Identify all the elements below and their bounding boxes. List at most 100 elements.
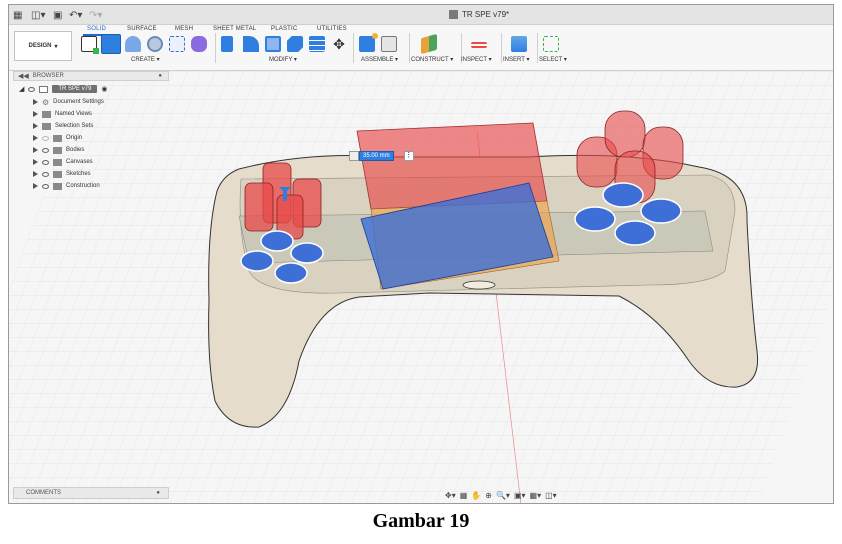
form-icon[interactable] [191, 36, 207, 52]
expand-icon[interactable]: ◢ [19, 85, 24, 93]
look-at-icon[interactable]: ▦ [460, 491, 468, 500]
radio-icon[interactable]: ◉ [101, 85, 107, 93]
collapse-icon[interactable]: ◀◀ [18, 72, 29, 80]
tree-item-label: Origin [66, 135, 83, 141]
tree-item-label: Canvases [66, 159, 93, 165]
shell-icon[interactable] [265, 36, 281, 52]
divider [537, 33, 538, 63]
create-group-label[interactable]: CREATE ▾ [131, 56, 160, 63]
folder-icon [42, 110, 51, 118]
visibility-off-icon[interactable] [42, 135, 49, 141]
tree-item-construction[interactable]: Construction [33, 180, 100, 192]
orbit-icon[interactable]: ✥▾ [445, 491, 456, 500]
comments-title: COMMENTS [26, 490, 61, 496]
press-pull-icon[interactable] [221, 36, 233, 52]
gear-icon: ⚙ [42, 97, 50, 107]
workspace-switcher[interactable]: DESIGN ▾ [14, 31, 72, 61]
dimension-menu-icon[interactable]: ⋮ [403, 151, 414, 161]
visibility-icon[interactable] [42, 171, 49, 177]
folder-icon [42, 122, 51, 130]
dimension-input[interactable]: 35.00 mm ⋮ [349, 151, 414, 161]
tree-item-canvases[interactable]: Canvases [33, 156, 93, 168]
insert-group-label[interactable]: INSERT ▾ [503, 56, 529, 63]
tree-item-label: Document Settings [53, 99, 104, 105]
measure-icon[interactable] [471, 42, 487, 48]
tab-surface[interactable]: SURFACE [127, 26, 157, 32]
folder-icon [53, 158, 62, 166]
inspect-group-label[interactable]: INSPECT ▾ [461, 56, 492, 63]
redo-icon[interactable]: ↷▾ [89, 8, 102, 22]
comments-panel[interactable]: COMMENTS ● [13, 487, 169, 499]
divider [353, 33, 354, 63]
select-box-icon[interactable] [543, 36, 559, 52]
dimension-value[interactable]: 35.00 mm [359, 151, 394, 161]
joint-icon[interactable] [381, 36, 397, 52]
offset-plane-icon[interactable] [421, 33, 437, 55]
select-group-label[interactable]: SELECT ▾ [539, 56, 567, 63]
divider [501, 33, 502, 63]
tree-item-label: Bodies [66, 147, 85, 153]
figure-caption: Gambar 19 [372, 510, 470, 532]
revolve-icon[interactable] [125, 36, 141, 52]
navigation-bar: ✥▾ ▦ ✋ ⊕ 🔍▾ ▣▾ ▦▾ ◫▾ [445, 489, 557, 501]
insert-image-icon[interactable] [511, 36, 527, 52]
dimension-grip-icon[interactable] [349, 151, 359, 161]
visibility-icon[interactable] [42, 183, 49, 189]
browser-root-label: TR SPE v79 [52, 85, 98, 93]
browser-root-row[interactable]: ◢ TR SPE v79 ◉ [19, 83, 108, 95]
folder-icon [53, 146, 62, 154]
assemble-group-label[interactable]: ASSEMBLE ▾ [361, 56, 398, 63]
tab-mesh[interactable]: MESH [175, 26, 193, 32]
document-icon [449, 10, 458, 19]
divider [215, 33, 216, 63]
tab-utilities[interactable]: UTILITIES [317, 26, 347, 32]
fillet-icon[interactable] [243, 36, 259, 52]
zoom-icon[interactable]: ⊕ [485, 491, 492, 500]
app-grid-icon[interactable]: ▦ [13, 8, 22, 22]
grid-settings-icon[interactable]: ▦▾ [530, 491, 542, 500]
document-icon [39, 85, 49, 93]
tree-item-document-settings[interactable]: ⚙ Document Settings [33, 96, 104, 108]
tree-item-selection-sets[interactable]: Selection Sets [33, 120, 93, 132]
move-icon[interactable]: ✥ [331, 36, 347, 52]
hole-icon[interactable] [147, 36, 163, 52]
extrude-icon[interactable] [101, 34, 121, 54]
manipulator-handle[interactable] [283, 191, 287, 201]
file-menu-icon[interactable]: ◫▾ [31, 8, 45, 22]
folder-icon [53, 134, 62, 142]
tab-plastic[interactable]: PLASTIC [271, 26, 297, 32]
browser-header[interactable]: ◀◀ BROWSER ● [13, 71, 169, 81]
comments-add-icon[interactable]: ● [156, 490, 160, 496]
tree-item-label: Selection Sets [55, 123, 94, 129]
modify-group-label[interactable]: MODIFY ▾ [269, 56, 297, 63]
title-bar: ▦ ◫▾ ▣ ↶▾ ↷▾ TR SPE v79* [9, 5, 833, 25]
tab-sheet-metal[interactable]: SHEET METAL [213, 26, 256, 32]
viewports-icon[interactable]: ◫▾ [545, 491, 557, 500]
split-body-icon[interactable] [309, 36, 325, 52]
visibility-icon[interactable] [42, 147, 49, 153]
new-component-icon[interactable] [359, 33, 378, 52]
tree-item-named-views[interactable]: Named Views [33, 108, 92, 120]
chevron-down-icon: ▾ [54, 43, 58, 50]
ribbon: SOLID SURFACE MESH SHEET METAL PLASTIC U… [9, 25, 833, 71]
save-icon[interactable]: ▣ [53, 8, 62, 22]
pan-icon[interactable]: ✋ [471, 491, 481, 500]
usb-port [462, 280, 496, 290]
create-sketch-icon[interactable] [81, 36, 99, 54]
tree-item-sketches[interactable]: Sketches [33, 168, 91, 180]
folder-icon [53, 170, 62, 178]
browser-pin-icon[interactable]: ● [158, 73, 162, 79]
fit-icon[interactable]: 🔍▾ [496, 491, 510, 500]
display-settings-icon[interactable]: ▣▾ [514, 491, 526, 500]
visibility-icon[interactable] [28, 86, 36, 92]
folder-icon [53, 182, 62, 190]
tab-solid[interactable]: SOLID [87, 26, 106, 32]
undo-icon[interactable]: ↶▾ [69, 8, 82, 22]
pattern-icon[interactable] [169, 36, 185, 52]
combine-icon[interactable] [287, 36, 303, 52]
tree-item-origin[interactable]: Origin [33, 132, 82, 144]
construct-group-label[interactable]: CONSTRUCT ▾ [411, 56, 453, 63]
tree-item-bodies[interactable]: Bodies [33, 144, 84, 156]
app-window: ▦ ◫▾ ▣ ↶▾ ↷▾ TR SPE v79* SOLID SURFACE M… [8, 4, 834, 504]
visibility-icon[interactable] [42, 159, 49, 165]
